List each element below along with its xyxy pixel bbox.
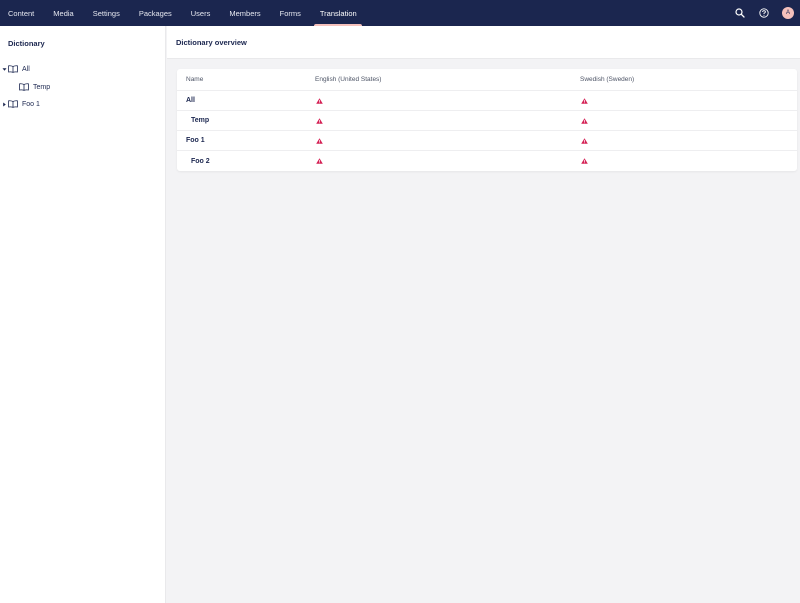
tab-users[interactable]: Users [181, 0, 220, 26]
row-name-link[interactable]: Temp [186, 117, 209, 124]
warning-icon [315, 137, 323, 145]
table-row[interactable]: All [177, 91, 797, 111]
warning-icon [580, 137, 588, 145]
page-title: Dictionary overview [176, 38, 247, 47]
user-avatar: A [782, 7, 794, 19]
warning-icon [315, 97, 323, 105]
tree-item-all[interactable]: All [1, 62, 30, 76]
help-icon [759, 8, 769, 18]
table-header-row: Name English (United States) Swedish (Sw… [177, 69, 797, 91]
tree-item-label: All [22, 65, 30, 73]
tab-content[interactable]: Content [0, 0, 44, 26]
warning-icon [580, 117, 588, 125]
column-header-swedish: Swedish (Sweden) [580, 76, 635, 83]
book-icon [7, 100, 18, 109]
warning-icon [580, 97, 588, 105]
column-header-english: English (United States) [315, 76, 382, 83]
column-header-name: Name [186, 76, 204, 83]
row-name-link[interactable]: Foo 1 [186, 137, 205, 144]
top-navigation: Content Media Settings Packages Users Me… [0, 0, 800, 26]
table-row[interactable]: Foo 1 [177, 131, 797, 151]
help-button[interactable] [752, 0, 776, 26]
row-name-link[interactable]: All [186, 97, 195, 104]
tab-members[interactable]: Members [220, 0, 270, 26]
warning-icon [580, 157, 588, 165]
book-icon [18, 83, 29, 92]
search-icon [735, 8, 745, 18]
book-icon [7, 65, 18, 74]
table-row[interactable]: Foo 2 [177, 151, 797, 171]
tab-settings[interactable]: Settings [83, 0, 129, 26]
tree-item-label: Temp [33, 83, 51, 91]
tree-item-label: Foo 1 [22, 100, 40, 108]
user-avatar-button[interactable]: A [776, 0, 800, 26]
sidebar-title: Dictionary [8, 39, 45, 48]
warning-icon [315, 117, 323, 125]
table-row[interactable]: Temp [177, 111, 797, 131]
tab-forms[interactable]: Forms [270, 0, 310, 26]
row-name-link[interactable]: Foo 2 [186, 158, 210, 165]
dictionary-table: Name English (United States) Swedish (Sw… [177, 69, 797, 171]
sidebar: Dictionary All Temp Foo 1 [0, 26, 166, 603]
section-tabs: Content Media Settings Packages Users Me… [0, 0, 366, 26]
tree-item-foo-1[interactable]: Foo 1 [1, 97, 40, 111]
tab-packages[interactable]: Packages [129, 0, 181, 26]
tab-translation[interactable]: Translation [310, 0, 366, 26]
main-header: Dictionary overview [167, 26, 800, 59]
tab-media[interactable]: Media [44, 0, 83, 26]
tree-item-temp[interactable]: Temp [12, 80, 50, 94]
search-button[interactable] [728, 0, 752, 26]
warning-icon [315, 157, 323, 165]
